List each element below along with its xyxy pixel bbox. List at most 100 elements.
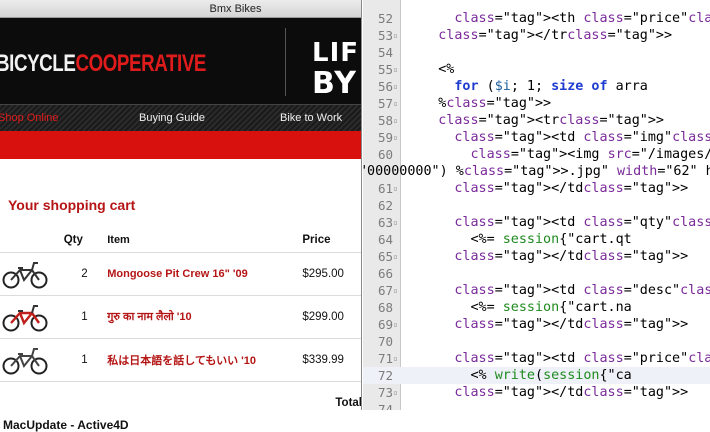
banner-divider xyxy=(285,28,286,96)
bmx-bike-icon xyxy=(2,304,48,331)
line-number: 70 xyxy=(377,334,393,349)
line-code: <%= session{"cart.qt xyxy=(406,232,632,247)
cart-total-row: Total xyxy=(0,380,361,410)
cart-row-qty: 1 xyxy=(61,294,108,338)
cart-row-image[interactable] xyxy=(0,294,62,338)
line-code: class="tag"><td class="qty"class="tag">> xyxy=(454,215,710,230)
fold-marker-icon[interactable]: ▫ xyxy=(393,282,398,299)
cart-row-price: $299.00 xyxy=(302,294,361,338)
line-code: class="tag"></tdclass="tag">> xyxy=(454,249,689,264)
code-line[interactable]: 56 ▫ for ($i; 1; size of arra xyxy=(363,78,710,95)
cart-total-label: Total xyxy=(0,380,361,410)
cart-row-desc[interactable]: 私は日本語を話してもいい '10 xyxy=(107,337,303,381)
cart-row-price: $339.99 xyxy=(302,337,361,381)
line-number: 68 xyxy=(377,300,393,315)
line-code: class="tag"></tdclass="tag">> xyxy=(454,385,689,400)
line-number: 67 xyxy=(377,283,393,298)
nav-bike-to-work[interactable]: Bike to Work xyxy=(280,112,342,124)
line-number: 62 xyxy=(377,198,393,213)
line-number: 54 xyxy=(377,45,393,60)
bmx-bike-icon xyxy=(2,261,48,288)
code-line[interactable]: 53 ▫ class="tag"></trclass="tag">> xyxy=(363,27,710,44)
fold-marker-icon[interactable]: ▫ xyxy=(393,61,398,78)
fold-marker-icon[interactable]: ▫ xyxy=(393,112,398,129)
line-number: 59 xyxy=(377,130,393,145)
line-number: 65 xyxy=(377,249,393,264)
line-code: class="tag"></tdclass="tag">> xyxy=(454,181,689,196)
code-line[interactable]: 57 ▫ %class="tag">> xyxy=(363,95,710,112)
line-code: class="tag"><img src="/images/<% xyxy=(470,147,710,162)
code-line[interactable]: 69 ▫ class="tag"></tdclass="tag">> xyxy=(363,316,710,333)
fold-marker-icon[interactable]: ▫ xyxy=(393,384,398,401)
cart-row-desc[interactable]: Mongoose Pit Crew 16" '09 xyxy=(107,251,303,295)
header-item: Item xyxy=(107,233,130,246)
cart-row-desc[interactable]: गुरु का नाम लैलो '10 xyxy=(107,294,303,338)
cart-row: 1 私は日本語を話してもいい '10 $339.99 xyxy=(0,337,361,381)
fold-marker-icon[interactable]: ▫ xyxy=(393,129,398,146)
code-line[interactable]: 70 xyxy=(363,333,710,350)
cart-row-qty: 2 xyxy=(61,251,108,295)
fold-marker-icon[interactable]: ▫ xyxy=(393,180,398,197)
line-code: class="tag"><trclass="tag">> xyxy=(438,113,664,128)
line-code: %class="tag">> xyxy=(406,96,552,111)
code-line[interactable]: 60 class="tag"><img src="/images/<% xyxy=(363,146,710,163)
code-line[interactable]: 54 xyxy=(363,44,710,61)
code-line[interactable]: 55 ▫ <% xyxy=(363,61,710,78)
code-line[interactable]: 64 <%= session{"cart.qt xyxy=(363,231,710,248)
code-line[interactable]: 61 ▫ class="tag"></tdclass="tag">> xyxy=(363,180,710,197)
line-code: class="tag"></trclass="tag">> xyxy=(438,28,673,43)
line-number: 72 xyxy=(377,368,393,383)
line-number: 71 xyxy=(377,351,393,366)
cart-row: 1 गुरु का नाम लैलो '10 $299.00 xyxy=(0,294,361,338)
cart-table: Qty Item Price 2 Mongoose Pit Crew 16" '… xyxy=(0,228,361,410)
code-line[interactable]: 65 ▫ class="tag"></tdclass="tag">> xyxy=(363,248,710,265)
code-editor[interactable]: 52 class="tag"><th class="price"class="t… xyxy=(363,0,710,410)
line-number: 60 xyxy=(377,147,393,162)
line-code: for ($i; 1; size of arra xyxy=(454,79,648,94)
code-line[interactable]: 52 class="tag"><th class="price"class="t… xyxy=(363,10,710,27)
cart-row-qty: 1 xyxy=(61,337,108,381)
line-number: 53 xyxy=(377,28,393,43)
line-code: class="tag"><th class="price"class="tag"… xyxy=(454,11,710,26)
fold-marker-icon[interactable]: ▫ xyxy=(393,350,398,367)
code-line[interactable]: 58 ▫ class="tag"><trclass="tag">> xyxy=(363,112,710,129)
header-price: Price xyxy=(302,233,331,246)
line-number: 52 xyxy=(377,11,393,26)
header-qty: Qty xyxy=(63,233,83,246)
bmx-bike-icon xyxy=(2,347,48,374)
code-line[interactable]: 68 <%= session{"cart.na xyxy=(363,299,710,316)
code-line[interactable]: 67▫ class="tag"><td class="desc"class="t… xyxy=(363,282,710,299)
fold-marker-icon[interactable]: ▫ xyxy=(393,214,398,231)
code-line[interactable]: 66 xyxy=(363,265,710,282)
window-title: Bmx Bikes xyxy=(209,3,262,15)
line-number: 61 xyxy=(377,181,393,196)
nav-shop-online[interactable]: Shop Online xyxy=(0,112,59,124)
line-code: <% write(session{"ca xyxy=(406,368,632,383)
fold-marker-icon[interactable]: ▫ xyxy=(393,316,398,333)
code-line[interactable]: · "00000000") %class="tag">>.jpg" width="… xyxy=(363,163,710,180)
fold-marker-icon[interactable]: ▫ xyxy=(393,248,398,265)
line-number: 58 xyxy=(377,113,393,128)
nav-buying-guide[interactable]: Buying Guide xyxy=(139,112,205,124)
image-caption: MacUpdate - Active4D xyxy=(3,418,129,432)
cart-row-image[interactable] xyxy=(0,337,62,381)
line-number: 69 xyxy=(377,317,393,332)
site-banner: BICYCLECOOPERATIVE LIF BY xyxy=(0,18,361,104)
code-line[interactable]: 73 ▫ class="tag"></tdclass="tag">> xyxy=(363,384,710,401)
fold-marker-icon[interactable]: ▫ xyxy=(393,95,398,112)
line-number: 64 xyxy=(377,232,393,247)
line-code: class="tag"><td class="desc"class="tag">… xyxy=(454,283,710,298)
code-line[interactable]: 62 xyxy=(363,197,710,214)
code-line[interactable]: 74 xyxy=(363,401,710,410)
site-logo[interactable]: BICYCLECOOPERATIVE xyxy=(0,50,206,78)
banner-text-1: LIF xyxy=(312,38,360,68)
code-line[interactable]: 59▫ class="tag"><td class="img"class="ta… xyxy=(363,129,710,146)
cart-row-image[interactable] xyxy=(0,251,62,295)
code-line[interactable]: 72 <% write(session{"ca xyxy=(363,367,710,384)
code-line[interactable]: 71▫ class="tag"><td class="price"class="… xyxy=(363,350,710,367)
code-line[interactable]: 63▫ class="tag"><td class="qty"class="ta… xyxy=(363,214,710,231)
fold-marker-icon[interactable]: ▫ xyxy=(393,78,398,95)
fold-marker-icon[interactable]: ▫ xyxy=(393,27,398,44)
line-code: <%= session{"cart.na xyxy=(406,300,632,315)
line-number: 63 xyxy=(377,215,393,230)
